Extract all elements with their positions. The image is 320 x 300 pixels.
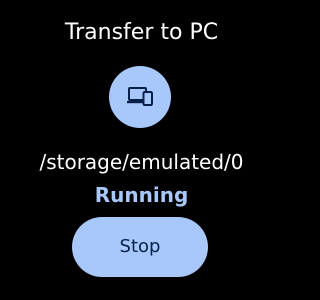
status-label: Running (94, 183, 189, 207)
devices-icon-circle (109, 66, 171, 128)
storage-path: /storage/emulated/0 (39, 150, 244, 174)
screen-title: Transfer to PC (64, 20, 219, 45)
stop-button[interactable]: Stop (72, 217, 208, 277)
devices-icon (127, 87, 153, 106)
